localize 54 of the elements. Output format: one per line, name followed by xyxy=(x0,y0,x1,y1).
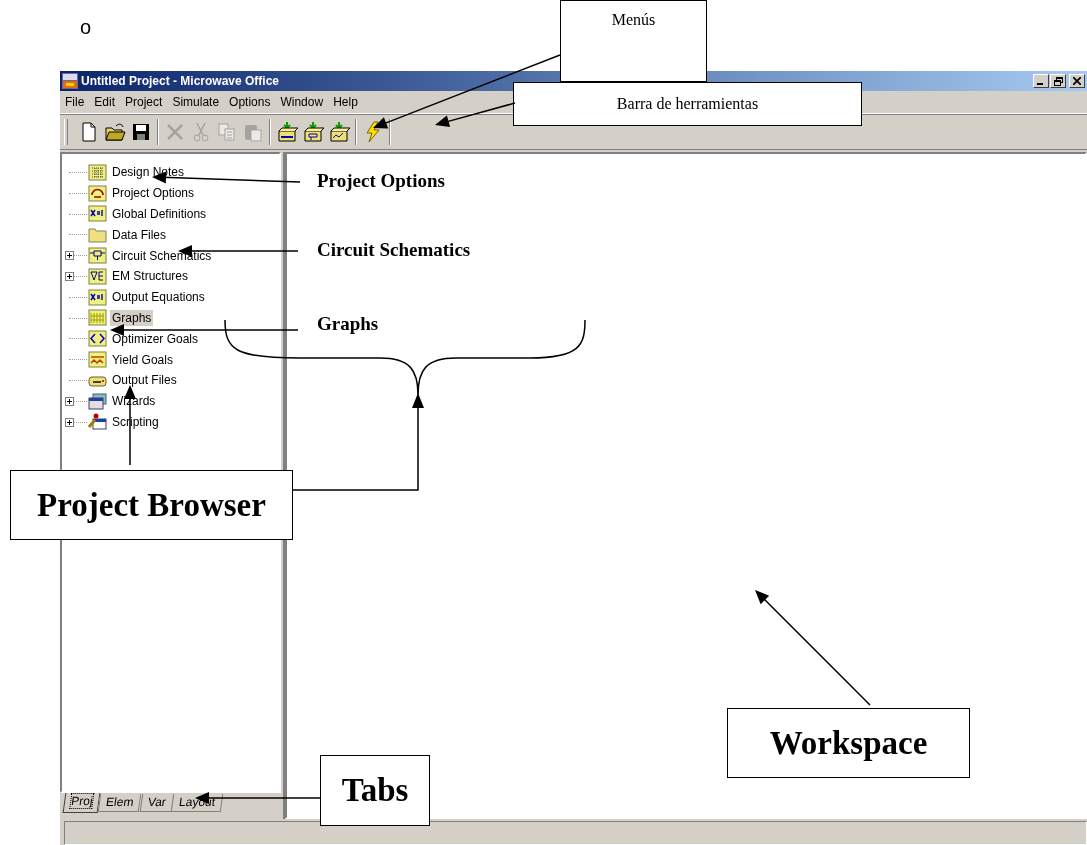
add-box-tool-button[interactable] xyxy=(275,120,299,144)
equation-icon xyxy=(88,288,107,306)
expand-icon[interactable] xyxy=(65,251,74,261)
windows-icon xyxy=(88,392,107,410)
add-graph-tool-button[interactable] xyxy=(327,120,351,144)
options-icon xyxy=(88,184,107,202)
panel-tab[interactable]: Var xyxy=(139,794,174,812)
menu-item[interactable]: File xyxy=(60,95,90,109)
expand-icon[interactable] xyxy=(65,396,74,406)
close-button[interactable] xyxy=(1069,74,1085,88)
minimize-button[interactable] xyxy=(1033,74,1049,88)
grid-icon xyxy=(88,163,107,181)
folder-icon xyxy=(88,226,107,244)
menu-item[interactable]: Window xyxy=(275,95,329,109)
close-icon xyxy=(1073,77,1081,85)
equation-icon xyxy=(88,205,107,223)
callout-box: Menús xyxy=(560,0,707,82)
bullet-mark: o xyxy=(80,16,92,39)
tree-item[interactable]: Output Equations xyxy=(110,289,207,306)
menu-item[interactable]: Options xyxy=(224,95,276,109)
expand-icon[interactable] xyxy=(65,272,74,281)
callout-box: Workspace xyxy=(727,708,970,778)
annotation-label: Circuit Schematics xyxy=(317,239,471,261)
graph-icon xyxy=(88,309,107,327)
tree-item[interactable]: Project Options xyxy=(110,185,197,202)
expand-icon[interactable] xyxy=(65,417,74,427)
annotation-label: Graphs xyxy=(317,313,379,335)
tree-item[interactable]: Optimizer Goals xyxy=(110,330,201,347)
window-title: Untitled Project - Microwave Office xyxy=(81,74,280,88)
panel-tab[interactable]: Elem xyxy=(98,794,142,812)
toolbar-grip[interactable] xyxy=(64,119,68,145)
menu-item[interactable]: Simulate xyxy=(167,95,225,109)
tree-item[interactable]: Graphs xyxy=(110,309,154,326)
script-icon xyxy=(88,413,107,431)
restore-button[interactable] xyxy=(1050,74,1066,88)
callout-box: Barra de herramientas xyxy=(513,82,862,126)
app-icon xyxy=(62,73,78,89)
schematic-icon xyxy=(88,247,107,265)
menu-item[interactable]: Help xyxy=(328,95,363,109)
tree-item[interactable]: Data Files xyxy=(110,226,169,243)
yield-icon xyxy=(88,351,107,369)
add-schematic-tool-button[interactable] xyxy=(301,120,325,144)
restore-icon xyxy=(1053,76,1063,86)
annotation-label: Project Options xyxy=(317,170,445,192)
menu-item[interactable]: Edit xyxy=(89,95,121,109)
callout-box: Tabs xyxy=(320,755,430,826)
callout-box: Project Browser xyxy=(10,470,293,540)
menu-item[interactable]: Project xyxy=(120,95,168,109)
goals-icon xyxy=(88,330,107,348)
tree-item[interactable]: Global Definitions xyxy=(110,206,209,222)
tree-item[interactable]: Yield Goals xyxy=(110,351,175,368)
em-icon xyxy=(88,267,107,285)
tree-item[interactable]: EM Structures xyxy=(110,268,191,285)
tree-item[interactable]: Output Files xyxy=(110,372,179,389)
